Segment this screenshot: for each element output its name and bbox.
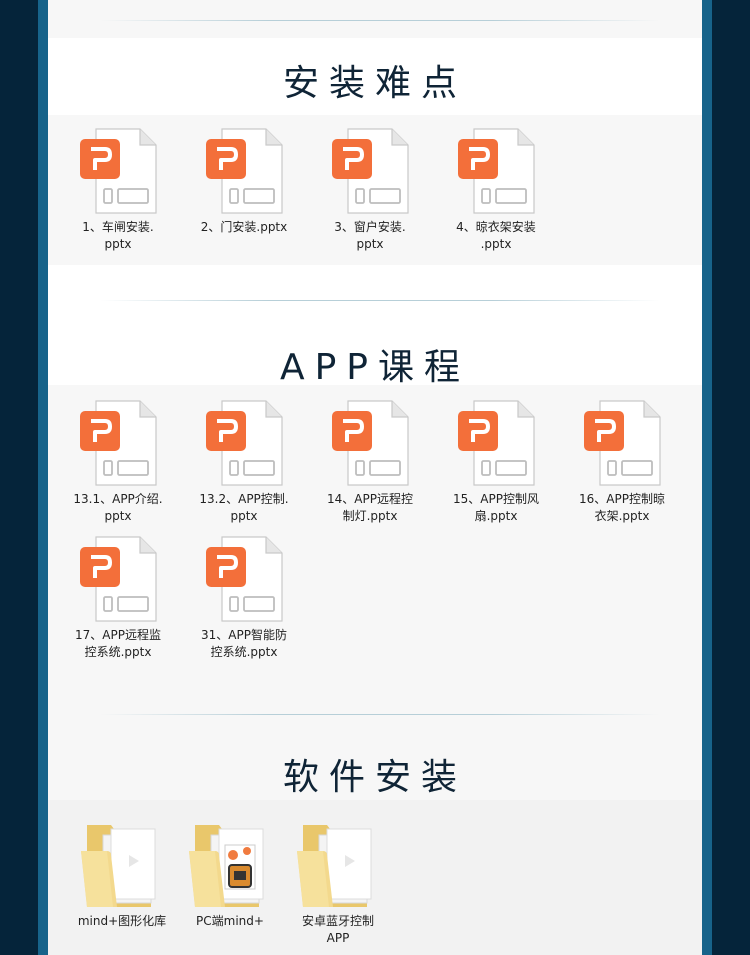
file-name: 2、门安装.pptx bbox=[200, 220, 288, 234]
top-band bbox=[48, 0, 702, 38]
powerpoint-file-icon bbox=[68, 127, 168, 217]
file-name: 1、车闸安装. pptx bbox=[82, 220, 154, 251]
file-item[interactable]: 4、晾衣架安装 .pptx bbox=[446, 127, 546, 253]
folder-icon bbox=[72, 815, 172, 911]
folder-name: mind+图形化库 bbox=[77, 914, 167, 928]
file-name: 14、APP远程控 制灯.pptx bbox=[327, 492, 413, 523]
divider bbox=[100, 20, 660, 21]
folder-icon bbox=[288, 815, 388, 911]
file-item[interactable]: 17、APP远程监 控系统.pptx bbox=[68, 535, 168, 661]
folder-item[interactable]: PC端mind+ bbox=[180, 815, 280, 930]
section-title-app-course: APP课程 bbox=[279, 347, 471, 388]
file-name: 17、APP远程监 控系统.pptx bbox=[75, 628, 161, 659]
file-name: 15、APP控制风 扇.pptx bbox=[453, 492, 539, 523]
folder-item[interactable]: 安卓蓝牙控制 APP bbox=[288, 815, 388, 947]
powerpoint-file-icon bbox=[194, 399, 294, 489]
powerpoint-file-icon bbox=[68, 399, 168, 489]
file-item[interactable]: 15、APP控制风 扇.pptx bbox=[446, 399, 546, 525]
powerpoint-file-icon bbox=[446, 127, 546, 217]
folder-name: PC端mind+ bbox=[196, 914, 264, 928]
powerpoint-file-icon bbox=[320, 127, 420, 217]
section-title-install-difficulties: 安装难点 bbox=[282, 63, 467, 104]
file-name: 13.2、APP控制. pptx bbox=[199, 492, 289, 523]
powerpoint-file-icon bbox=[68, 535, 168, 625]
frame-left bbox=[38, 0, 48, 955]
powerpoint-file-icon bbox=[572, 399, 672, 489]
folder-app-icon bbox=[180, 815, 280, 911]
section-title-software-install: 软件安装 bbox=[282, 757, 467, 798]
powerpoint-file-icon bbox=[320, 399, 420, 489]
file-item[interactable]: 31、APP智能防 控系统.pptx bbox=[194, 535, 294, 661]
powerpoint-file-icon bbox=[194, 535, 294, 625]
file-item[interactable]: 13.2、APP控制. pptx bbox=[194, 399, 294, 525]
frame-right bbox=[702, 0, 712, 955]
file-item[interactable]: 1、车闸安装. pptx bbox=[68, 127, 168, 253]
divider bbox=[100, 300, 660, 301]
file-item[interactable]: 3、窗户安装. pptx bbox=[320, 127, 420, 253]
file-name: 16、APP控制晾 衣架.pptx bbox=[579, 492, 665, 523]
powerpoint-file-icon bbox=[446, 399, 546, 489]
file-item[interactable]: 14、APP远程控 制灯.pptx bbox=[320, 399, 420, 525]
file-name: 13.1、APP介绍. pptx bbox=[73, 492, 163, 523]
file-item[interactable]: 13.1、APP介绍. pptx bbox=[68, 399, 168, 525]
file-item[interactable]: 2、门安装.pptx bbox=[194, 127, 294, 236]
file-name: 4、晾衣架安装 .pptx bbox=[456, 220, 536, 251]
divider bbox=[100, 714, 660, 715]
powerpoint-file-icon bbox=[194, 127, 294, 217]
folder-item[interactable]: mind+图形化库 bbox=[72, 815, 172, 930]
file-name: 3、窗户安装. pptx bbox=[334, 220, 406, 251]
folder-name: 安卓蓝牙控制 APP bbox=[301, 914, 374, 945]
file-item[interactable]: 16、APP控制晾 衣架.pptx bbox=[572, 399, 672, 525]
file-name: 31、APP智能防 控系统.pptx bbox=[201, 628, 287, 659]
